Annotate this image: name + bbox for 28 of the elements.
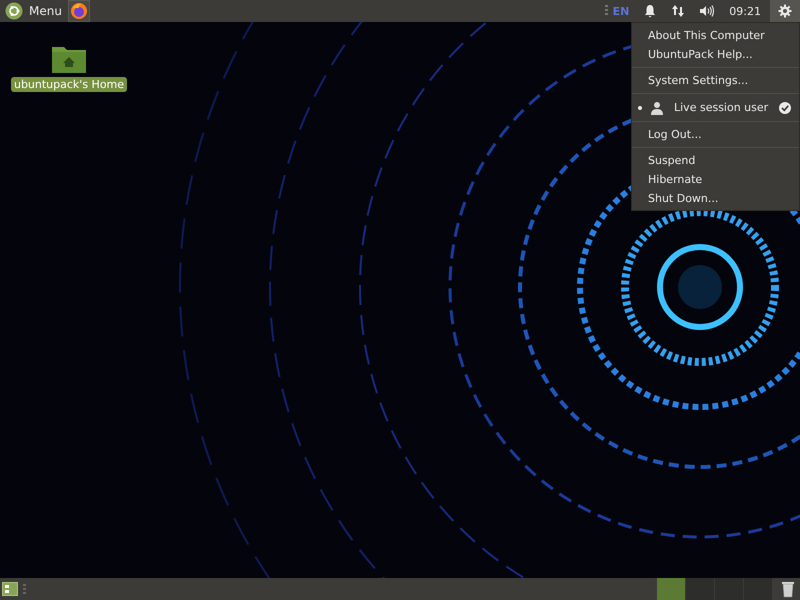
menu-button[interactable]: Menu bbox=[0, 0, 68, 22]
handle-icon bbox=[23, 584, 26, 594]
menu-item[interactable]: Shut Down... bbox=[632, 189, 799, 208]
logo-icon bbox=[5, 2, 23, 20]
browser-launcher[interactable] bbox=[68, 0, 90, 22]
user-name: Live session user bbox=[674, 100, 770, 115]
icon-label[interactable]: ubuntupack's Home bbox=[10, 77, 128, 92]
desktop-icon bbox=[5, 585, 9, 593]
user-menu-item[interactable]: Live session user bbox=[632, 97, 799, 118]
bullet-icon bbox=[638, 106, 642, 110]
network-arrows-icon[interactable] bbox=[671, 4, 686, 18]
browser-icon bbox=[70, 2, 88, 20]
system-menu-button[interactable] bbox=[770, 0, 800, 22]
home-folder-icon[interactable] bbox=[51, 44, 87, 74]
bell-icon[interactable] bbox=[643, 4, 658, 18]
menu-item[interactable]: UbuntuPack Help... bbox=[632, 45, 799, 64]
menu-item[interactable]: Hibernate bbox=[632, 170, 799, 189]
volume-icon[interactable] bbox=[699, 4, 716, 18]
handle-icon bbox=[604, 5, 608, 17]
menu-item[interactable]: Log Out... bbox=[632, 125, 799, 144]
menu-item[interactable]: About This Computer bbox=[632, 26, 799, 45]
menu-item[interactable]: Suspend bbox=[632, 151, 799, 170]
show-desktop-button[interactable] bbox=[2, 582, 18, 596]
person-icon bbox=[650, 100, 664, 114]
gear-icon bbox=[778, 4, 792, 18]
clock[interactable]: 09:21 bbox=[729, 4, 761, 18]
menu-item[interactable]: System Settings... bbox=[632, 71, 799, 90]
trash-icon bbox=[781, 580, 795, 598]
